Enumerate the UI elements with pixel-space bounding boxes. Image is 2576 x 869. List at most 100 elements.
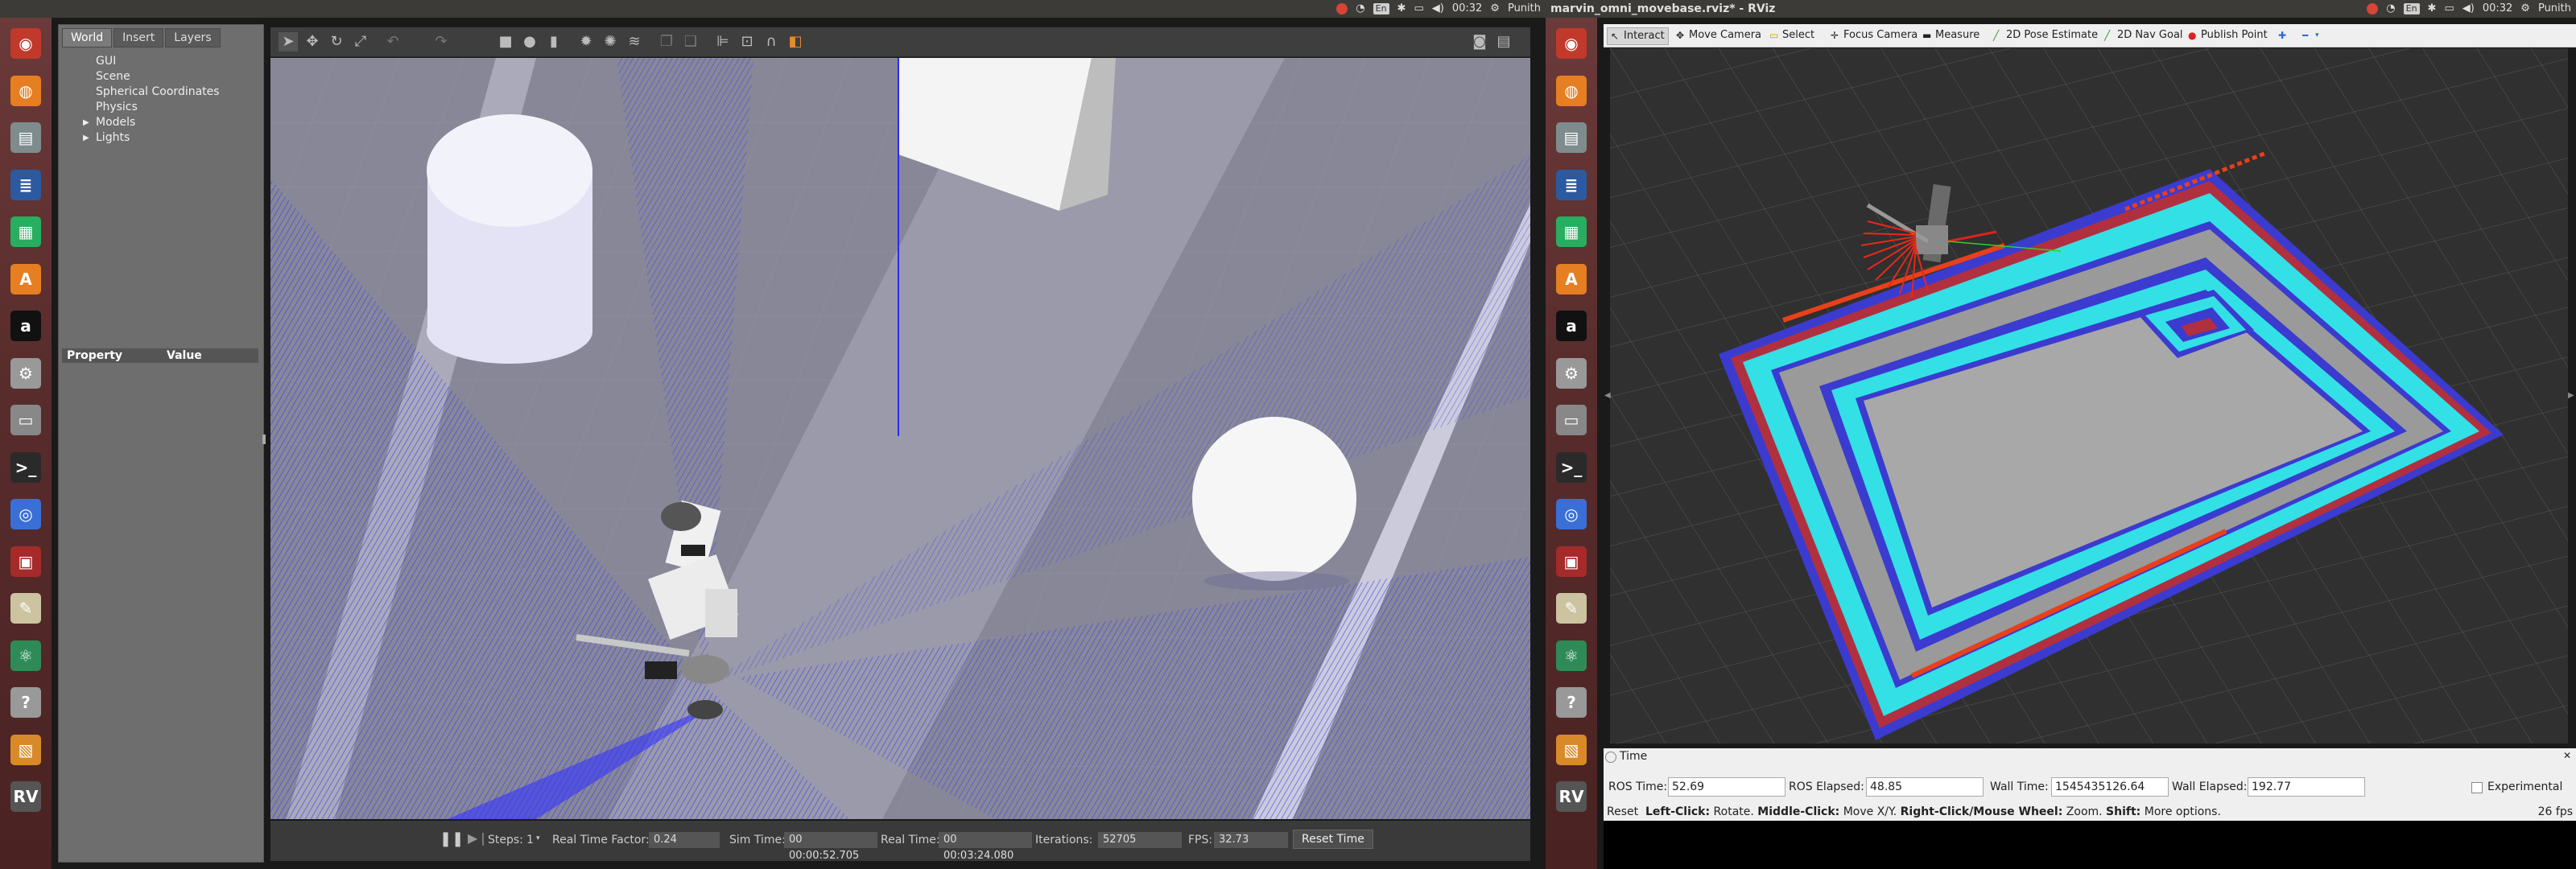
network-error-icon[interactable] — [1336, 3, 1348, 14]
panel-splitter[interactable] — [262, 434, 266, 444]
snap-icon[interactable]: ⊡ — [737, 32, 757, 51]
battery-icon[interactable]: ▭ — [2444, 0, 2454, 18]
tree-item-models[interactable]: ▶ Models — [83, 115, 220, 130]
calc-icon[interactable]: ▦ — [1552, 212, 1591, 251]
move-camera-tool[interactable]: ✥ Move Camera — [1673, 27, 1765, 43]
monitor-icon[interactable]: ▣ — [1552, 542, 1591, 581]
measure-tool[interactable]: ▬ Measure — [1919, 27, 1983, 43]
gear-icon[interactable]: ⚙ — [1490, 0, 1500, 18]
ros-elapsed-field[interactable]: 48.85 — [1866, 777, 1984, 797]
terminal-icon[interactable]: >_ — [1552, 448, 1591, 487]
nav-goal-tool[interactable]: ╱ 2D Nav Goal — [2101, 27, 2186, 43]
keyboard-layout-icon[interactable]: En — [1373, 3, 1389, 14]
terminal-icon[interactable]: >_ — [6, 448, 45, 487]
settings-icon[interactable]: ⚙ — [6, 354, 45, 393]
pose-estimate-tool[interactable]: ╱ 2D Pose Estimate — [1990, 27, 2101, 43]
chromium-icon[interactable]: ◎ — [6, 495, 45, 533]
spot-light-icon[interactable]: ✺ — [601, 32, 620, 51]
tree-item-scene[interactable]: Scene — [83, 69, 220, 84]
expand-arrow-icon[interactable]: ▶ — [83, 130, 93, 146]
monitor-icon[interactable]: ▣ — [6, 542, 45, 581]
calc-icon[interactable]: ▦ — [6, 212, 45, 251]
files-icon[interactable]: ▤ — [6, 118, 45, 157]
tab-layers[interactable]: Layers — [165, 28, 221, 47]
screenshot-icon[interactable]: ◙ — [1470, 32, 1489, 51]
system-tray-right[interactable]: ◔ En ✱ ▭ ◀) 00:32 ⚙ Punith — [2367, 0, 2571, 18]
rviz-3d-view[interactable] — [1610, 48, 2568, 743]
tree-item-gui[interactable]: GUI — [83, 54, 220, 69]
undo-icon[interactable]: ↶ — [383, 32, 402, 51]
tab-world[interactable]: World — [62, 28, 113, 47]
drive-icon[interactable]: ▭ — [1552, 401, 1591, 439]
bluetooth-icon[interactable]: ✱ — [2428, 0, 2437, 18]
step-icon[interactable]: ▶❘ — [468, 830, 489, 846]
clock[interactable]: 00:32 — [2483, 0, 2512, 18]
wall-time-field[interactable]: 1545435126.64 — [2051, 777, 2169, 797]
tree-item-spherical[interactable]: Spherical Coordinates — [83, 84, 220, 100]
help-icon[interactable]: ? — [6, 683, 45, 722]
tree-item-lights[interactable]: ▶ Lights — [83, 130, 220, 146]
battery-icon[interactable]: ▭ — [1414, 0, 1423, 18]
remove-tool-button[interactable]: ━ ▾ — [2299, 27, 2328, 43]
amazon-icon[interactable]: a — [1552, 307, 1591, 345]
translate-icon[interactable]: ✥ — [303, 32, 322, 51]
expand-arrow-icon[interactable]: ▶ — [83, 115, 93, 130]
ubuntu-icon[interactable]: ◉ — [1552, 24, 1591, 63]
focus-camera-tool[interactable]: ✛ Focus Camera — [1827, 27, 1921, 43]
steps-dropdown-icon[interactable]: ▾ — [536, 834, 540, 842]
gear-icon[interactable]: ⚙ — [2520, 0, 2530, 18]
atom-icon[interactable]: ⚛ — [6, 636, 45, 675]
align-icon[interactable]: ⊫ — [713, 32, 733, 51]
files-icon[interactable]: ▤ — [1552, 118, 1591, 157]
paste-icon[interactable]: ❏ — [681, 32, 700, 51]
experimental-checkbox[interactable] — [2471, 782, 2483, 793]
select-arrow-icon[interactable]: ➤ — [279, 32, 298, 51]
software-center-icon[interactable]: A — [1552, 260, 1591, 299]
chromium-icon[interactable]: ◎ — [1552, 495, 1591, 533]
clock[interactable]: 00:32 — [1452, 0, 1482, 18]
rviz-right-collapse-icon[interactable]: ▶ — [2568, 391, 2574, 400]
point-light-icon[interactable]: ✹ — [576, 32, 596, 51]
rviz-icon[interactable]: RV — [6, 777, 45, 816]
editor-icon[interactable]: ✎ — [1552, 589, 1591, 628]
editor-icon[interactable]: ✎ — [6, 589, 45, 628]
ubuntu-icon[interactable]: ◉ — [6, 24, 45, 63]
wifi-icon[interactable]: ◔ — [2386, 0, 2395, 18]
network-error-icon[interactable] — [2367, 3, 2379, 14]
magnet-icon[interactable]: ∩ — [762, 32, 781, 51]
copy-icon[interactable]: ❐ — [657, 32, 676, 51]
wifi-icon[interactable]: ◔ — [1356, 0, 1364, 18]
directional-light-icon[interactable]: ≋ — [625, 32, 644, 51]
reset-time-button[interactable]: Reset Time — [1293, 830, 1373, 849]
interact-tool[interactable]: ↖ Interact — [1607, 27, 1669, 45]
settings-icon[interactable]: ⚙ — [1552, 354, 1591, 393]
amazon-icon[interactable]: a — [6, 307, 45, 345]
tab-insert[interactable]: Insert — [114, 28, 164, 47]
scale-icon[interactable]: ⤢ — [351, 32, 370, 51]
rviz-icon[interactable]: RV — [1552, 777, 1591, 816]
bluetooth-icon[interactable]: ✱ — [1397, 0, 1406, 18]
sphere-icon[interactable]: ● — [520, 32, 539, 51]
tree-item-physics[interactable]: Physics — [83, 100, 220, 115]
wall-elapsed-field[interactable]: 192.77 — [2248, 777, 2365, 797]
gazebo-3d-view[interactable] — [270, 58, 1530, 819]
system-tray-left[interactable]: ◔ En ✱ ▭ ◀) 00:32 ⚙ Punith — [1336, 0, 1541, 18]
steps-value[interactable]: 1 — [526, 834, 534, 846]
rotate-icon[interactable]: ↻ — [327, 32, 346, 51]
reset-button[interactable]: Reset — [1607, 805, 1638, 818]
drive-icon[interactable]: ▭ — [6, 401, 45, 439]
select-tool[interactable]: ▭ Select — [1766, 27, 1818, 43]
volume-icon[interactable]: ◀) — [1432, 0, 1444, 18]
firefox-icon[interactable]: ◍ — [1552, 72, 1591, 110]
change-view-icon[interactable]: ◧ — [786, 32, 805, 51]
firefox-icon[interactable]: ◍ — [6, 72, 45, 110]
pause-icon[interactable]: ❚❚ — [440, 830, 464, 847]
box-icon[interactable]: ■ — [496, 32, 515, 51]
ros-time-field[interactable]: 52.69 — [1668, 777, 1785, 797]
volume-icon[interactable]: ◀) — [2462, 0, 2475, 18]
writer-icon[interactable]: ≣ — [6, 166, 45, 204]
log-icon[interactable]: ▤ — [1494, 32, 1513, 51]
user-name[interactable]: Punith — [1508, 0, 1541, 18]
atom-icon[interactable]: ⚛ — [1552, 636, 1591, 675]
rviz-left-collapse-icon[interactable]: ◀ — [1604, 391, 1611, 400]
